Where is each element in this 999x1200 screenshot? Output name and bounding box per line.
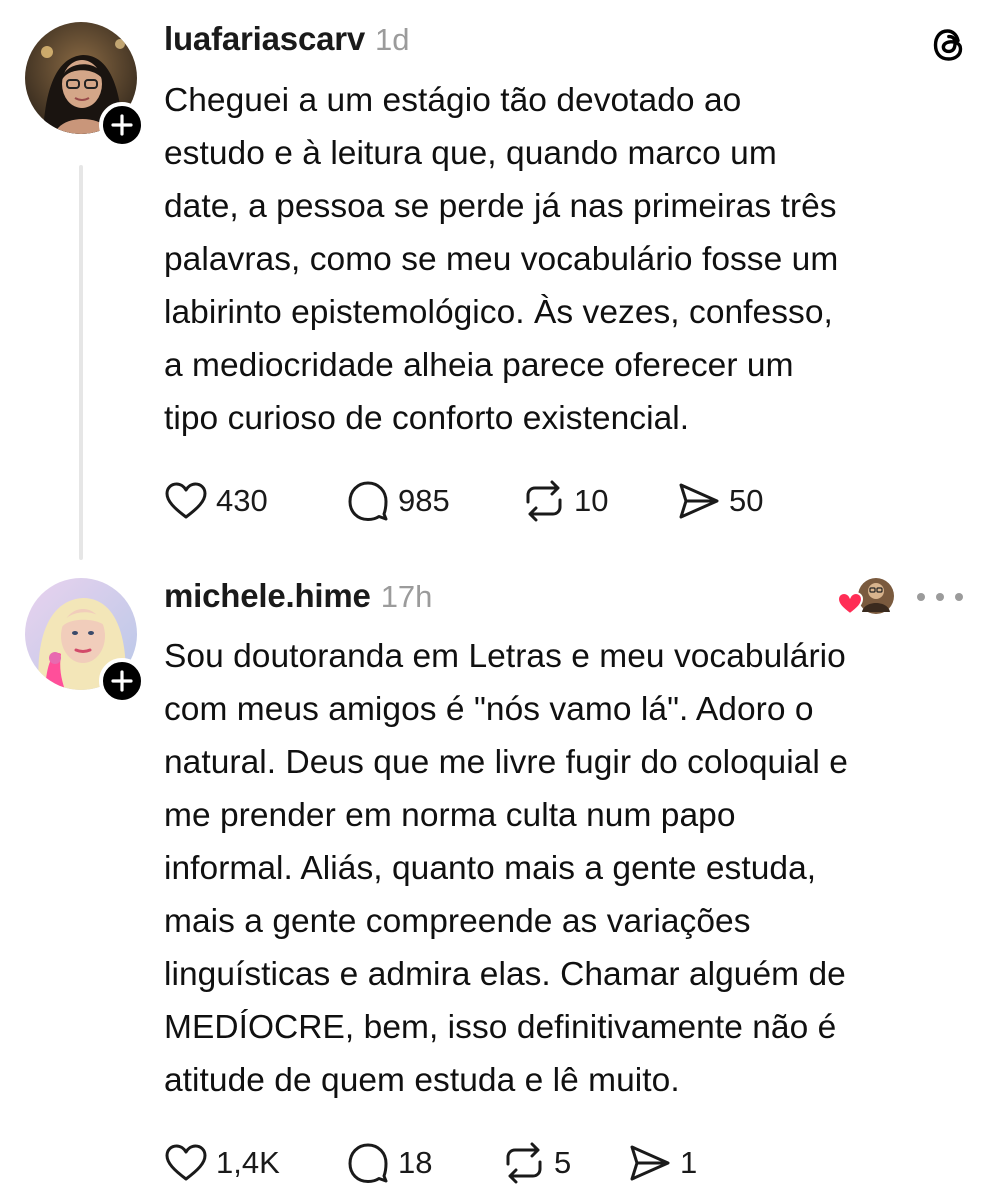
share-button[interactable]: 50 <box>677 481 763 521</box>
username[interactable]: luafariascarv <box>164 20 365 58</box>
send-icon <box>679 483 719 519</box>
plus-icon <box>111 114 133 136</box>
timestamp: 17h <box>380 579 433 614</box>
thread-post: luafariascarv 1d Cheguei a um estágio tã… <box>0 0 999 570</box>
like-button[interactable]: 430 <box>164 481 346 521</box>
repost-button[interactable]: 5 <box>502 1142 628 1184</box>
timestamp: 1d <box>375 22 410 57</box>
heart-icon <box>165 1144 207 1181</box>
comment-bubble-icon <box>348 481 388 521</box>
thread-post: michele.hime 17h Sou doutoranda em Letra… <box>0 570 999 1200</box>
repost-arrows-icon <box>526 480 562 522</box>
threads-logo-icon[interactable] <box>929 25 969 65</box>
heart-icon <box>836 591 864 616</box>
share-button[interactable]: 1 <box>628 1143 697 1183</box>
thread-connector-line <box>79 165 83 560</box>
like-count: 430 <box>216 483 268 518</box>
post-text: Sou doutoranda em Letras e meu vocabulár… <box>164 638 848 1099</box>
like-count: 1,4K <box>216 1145 280 1180</box>
post-actions: 430 985 10 50 <box>164 476 763 526</box>
liked-by-author-indicator <box>836 576 896 620</box>
avatar-container <box>25 22 145 148</box>
follow-button[interactable] <box>99 102 145 148</box>
heart-icon <box>165 482 207 519</box>
follow-button[interactable] <box>99 658 145 704</box>
share-count: 1 <box>680 1145 698 1180</box>
repost-count: 5 <box>554 1145 572 1180</box>
repost-button[interactable]: 10 <box>522 480 677 522</box>
repost-arrows-icon <box>506 1142 542 1184</box>
plus-icon <box>111 670 133 692</box>
comment-bubble-icon <box>348 1143 388 1183</box>
post-header: luafariascarv 1d <box>164 20 410 64</box>
like-button[interactable]: 1,4K <box>164 1143 346 1183</box>
post-actions: 1,4K 18 5 1 <box>164 1138 697 1188</box>
more-dots-icon[interactable] <box>917 582 963 612</box>
share-count: 50 <box>729 483 764 518</box>
avatar-container <box>25 578 145 704</box>
reply-count: 18 <box>398 1145 433 1180</box>
username[interactable]: michele.hime <box>164 577 371 615</box>
reply-button[interactable]: 18 <box>346 1142 502 1184</box>
send-icon <box>630 1145 670 1181</box>
post-text: Cheguei a um estágio tão devotado ao est… <box>164 82 839 437</box>
repost-count: 10 <box>574 483 609 518</box>
reply-button[interactable]: 985 <box>346 480 522 522</box>
reply-count: 985 <box>398 483 450 518</box>
post-header: michele.hime 17h <box>164 577 432 621</box>
